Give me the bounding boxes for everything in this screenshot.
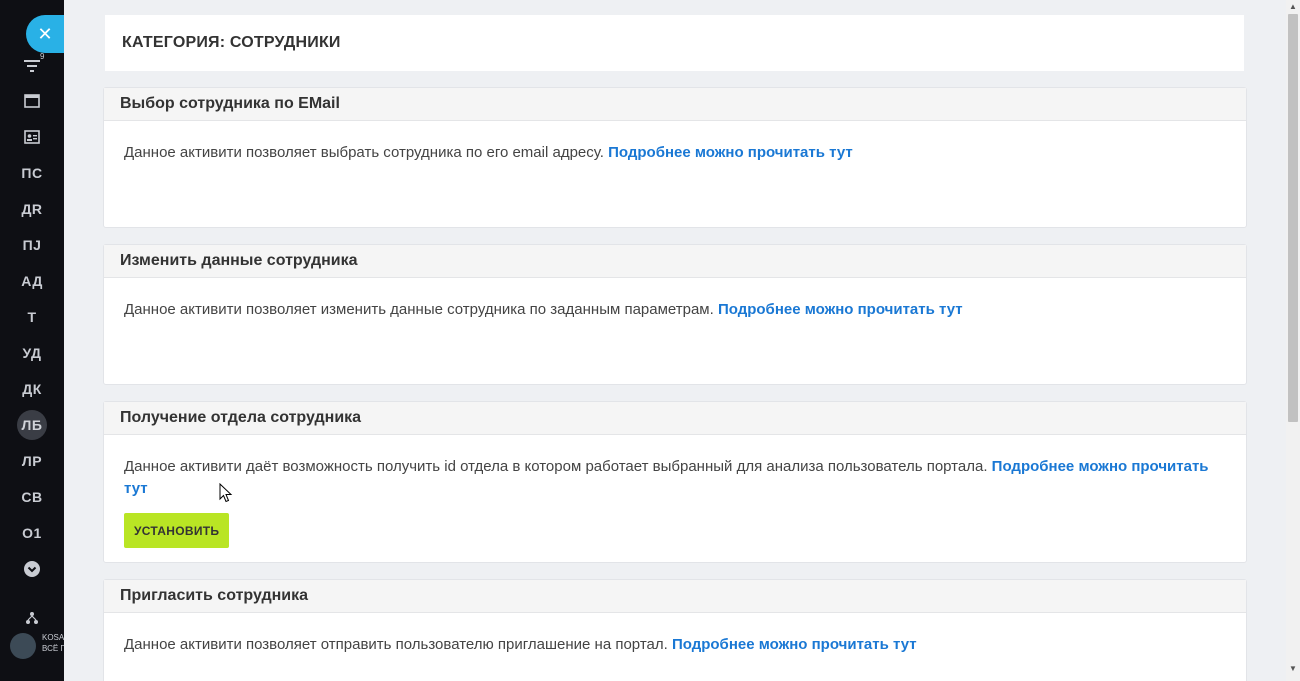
card-text: Данное активити позволяет изменить данны… xyxy=(124,301,714,318)
read-more-link[interactable]: Подробнее можно прочитать тут xyxy=(672,636,917,653)
page-title: КАТЕГОРИЯ: СОТРУДНИКИ xyxy=(122,34,341,51)
activity-card: Пригласить сотрудника Данное активити по… xyxy=(103,579,1247,681)
card-text: Данное активити позволяет отправить поль… xyxy=(124,636,668,653)
sidebar-item-ps[interactable]: ПС xyxy=(0,165,64,181)
organization-widget[interactable]: KOSA ВСЁ П xyxy=(8,630,64,660)
card-description: Данное активити позволяет выбрать сотруд… xyxy=(104,121,1246,164)
chevron-down-icon[interactable] xyxy=(23,560,41,578)
close-icon[interactable]: ✕ xyxy=(26,15,64,53)
vertical-scrollbar[interactable]: ▲ ▼ xyxy=(1286,0,1300,681)
card-title: Получение отдела сотрудника xyxy=(104,402,1246,435)
scroll-down-arrow-icon[interactable]: ▼ xyxy=(1289,664,1297,673)
main-content: КАТЕГОРИЯ: СОТРУДНИКИ Выбор сотрудника п… xyxy=(64,0,1286,681)
sidebar-item-lr[interactable]: ЛР xyxy=(0,453,64,469)
card-description: Данное активити позволяет изменить данны… xyxy=(104,278,1246,321)
sidebar-item-t[interactable]: Т xyxy=(0,309,64,325)
activity-card: Изменить данные сотрудника Данное активи… xyxy=(103,244,1247,385)
page-header: КАТЕГОРИЯ: СОТРУДНИКИ xyxy=(105,15,1244,71)
activity-card: Выбор сотрудника по EMail Данное активит… xyxy=(103,87,1247,228)
card-description: Данное активити даёт возможность получит… xyxy=(104,435,1246,548)
scroll-up-arrow-icon[interactable]: ▲ xyxy=(1289,2,1297,11)
sidebar-item-ud[interactable]: УД xyxy=(0,345,64,361)
card-text: Данное активити даёт возможность получит… xyxy=(124,458,988,475)
contact-card-icon[interactable] xyxy=(23,128,41,146)
organization-subtitle: ВСЁ П xyxy=(42,644,64,653)
install-button[interactable]: УСТАНОВИТЬ xyxy=(124,513,230,548)
sidebar-item-ad[interactable]: АД xyxy=(0,273,64,289)
card-description: Данное активити позволяет отправить поль… xyxy=(104,613,1246,656)
read-more-link[interactable]: Подробнее можно прочитать тут xyxy=(608,144,853,161)
sidebar-item-dr[interactable]: ДR xyxy=(0,201,64,217)
sitemap-icon[interactable] xyxy=(25,611,39,625)
card-title: Изменить данные сотрудника xyxy=(104,245,1246,278)
activity-card: Получение отдела сотрудника Данное актив… xyxy=(103,401,1247,563)
organization-logo xyxy=(10,633,36,659)
left-sidebar: ✕ 9 ПС ДR ПJ АД Т УД ДК ЛБ ЛР СВ О1 KOSA xyxy=(0,0,64,681)
window-icon[interactable] xyxy=(23,92,41,110)
sidebar-item-lb[interactable]: ЛБ xyxy=(0,410,64,440)
scrollbar-thumb[interactable] xyxy=(1288,14,1298,422)
card-text: Данное активити позволяет выбрать сотруд… xyxy=(124,144,604,161)
sidebar-item-dk[interactable]: ДК xyxy=(0,381,64,397)
mouse-cursor-icon xyxy=(219,483,233,503)
organization-name: KOSA xyxy=(42,633,64,642)
card-title: Пригласить сотрудника xyxy=(104,580,1246,613)
filter-icon[interactable] xyxy=(23,57,41,75)
card-title: Выбор сотрудника по EMail xyxy=(104,88,1246,121)
filter-count-badge: 9 xyxy=(40,52,45,61)
sidebar-item-o1[interactable]: О1 xyxy=(0,525,64,541)
read-more-link[interactable]: Подробнее можно прочитать тут xyxy=(718,301,963,318)
sidebar-item-sv[interactable]: СВ xyxy=(0,489,64,505)
sidebar-item-pj[interactable]: ПJ xyxy=(0,237,64,253)
